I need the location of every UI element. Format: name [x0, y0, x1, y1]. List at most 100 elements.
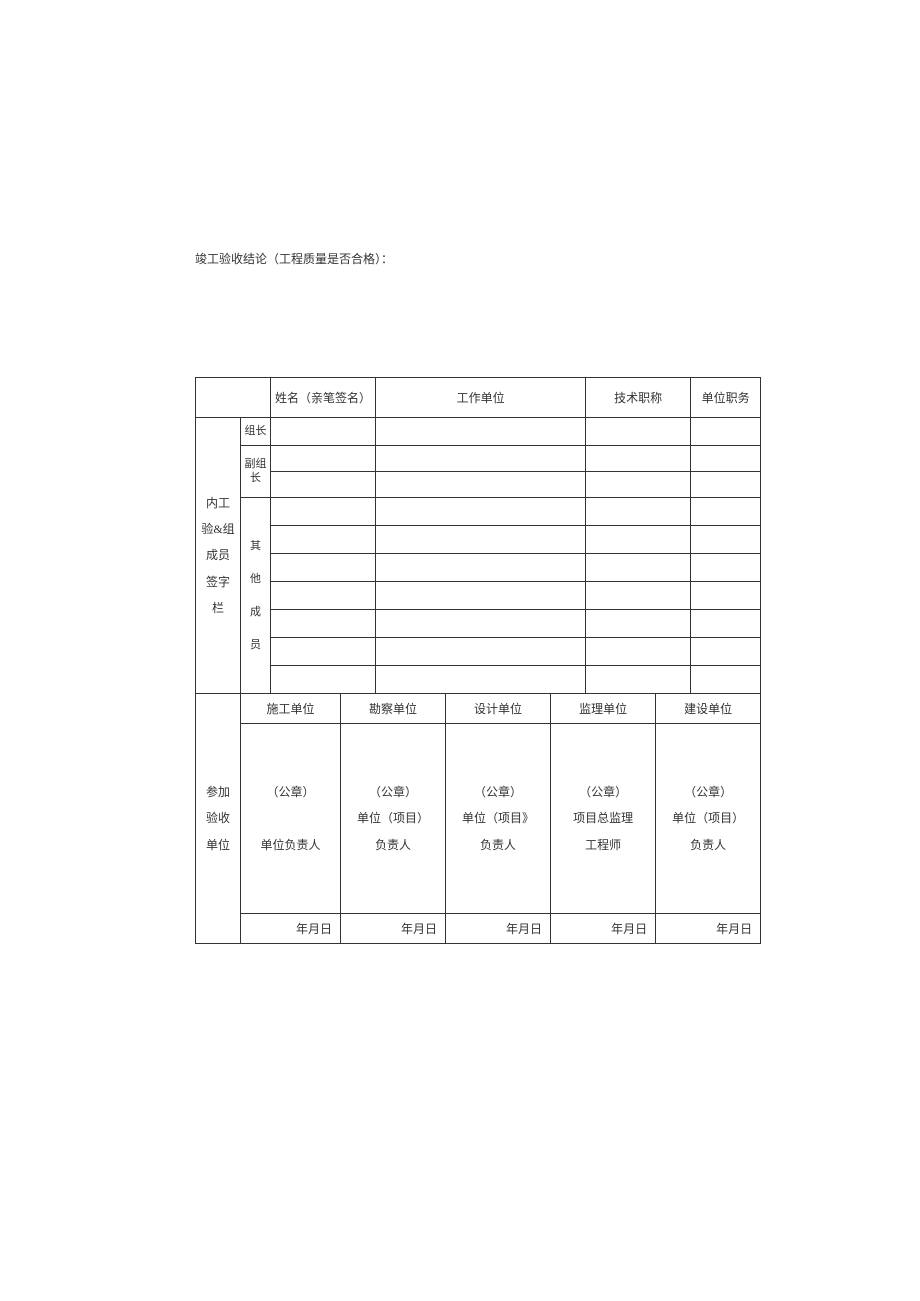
conclusion-title: 竣工验收结论（工程质量是否合格）：	[195, 250, 725, 267]
row-other-7	[196, 666, 761, 694]
person-design-2: 负责人	[480, 838, 516, 852]
cell	[271, 610, 376, 638]
seal-build: （公章） 单位（项目） 负责人	[656, 724, 761, 914]
person-supervision-2: 工程师	[585, 838, 621, 852]
cell	[271, 418, 376, 446]
row-other-5	[196, 610, 761, 638]
cell	[691, 582, 761, 610]
date-build: 年月日	[656, 914, 761, 944]
cell	[271, 526, 376, 554]
cell	[586, 472, 691, 498]
others-char: 他	[250, 573, 261, 585]
unit-design: 设计单位	[446, 694, 551, 724]
cell	[271, 638, 376, 666]
seal-design: （公章） 单位（项目》 负责人	[446, 724, 551, 914]
cell	[376, 666, 586, 694]
role-deputy: 副组长	[241, 446, 271, 498]
seal-supervision: （公章） 项目总监理 工程师	[551, 724, 656, 914]
cell	[376, 610, 586, 638]
cell	[586, 666, 691, 694]
cell	[586, 582, 691, 610]
cell	[376, 418, 586, 446]
others-char: 成	[250, 606, 261, 618]
date-survey: 年月日	[341, 914, 446, 944]
role-leader: 组长	[241, 418, 271, 446]
header-techtitle: 技术职称	[586, 378, 691, 418]
cell	[691, 418, 761, 446]
header-row: 姓名（亲笔签名） 工作单位 技术职称 单位职务	[196, 378, 761, 418]
row-other-1: 其 他 成 员	[196, 498, 761, 526]
seal-text: （公章）	[579, 785, 627, 799]
seal-construction: （公章） 单位负责人	[241, 724, 341, 914]
person-construction: 单位负责人	[260, 838, 320, 852]
person-survey-1: 单位（项目）	[357, 811, 429, 825]
cell	[376, 472, 586, 498]
members-label-text: 内工验&组成员签字栏	[201, 496, 234, 616]
row-other-6	[196, 638, 761, 666]
row-other-2	[196, 526, 761, 554]
cell	[376, 446, 586, 472]
role-others: 其 他 成 员	[241, 498, 271, 694]
person-build-2: 负责人	[690, 838, 726, 852]
cell	[691, 472, 761, 498]
cell	[691, 610, 761, 638]
cell	[376, 582, 586, 610]
date-design: 年月日	[446, 914, 551, 944]
person-supervision-1: 项目总监理	[573, 811, 633, 825]
cell	[586, 638, 691, 666]
header-workunit: 工作单位	[376, 378, 586, 418]
seal-text: （公章）	[474, 785, 522, 799]
seal-text: （公章）	[369, 785, 417, 799]
date-construction: 年月日	[241, 914, 341, 944]
cell	[271, 554, 376, 582]
cell	[376, 638, 586, 666]
unit-supervision: 监理单位	[551, 694, 656, 724]
cell	[376, 498, 586, 526]
cell	[691, 666, 761, 694]
seal-row: （公章） 单位负责人 （公章） 单位（项目） 负责人 （公章） 单位（项目》 负…	[196, 724, 761, 914]
role-deputy-text: 副组长	[245, 458, 267, 483]
seal-text: （公章）	[266, 785, 314, 799]
cell	[586, 610, 691, 638]
cell	[271, 582, 376, 610]
row-other-4	[196, 582, 761, 610]
row-deputy-2	[196, 472, 761, 498]
seal-text: （公章）	[684, 785, 732, 799]
units-header-row: 参加验收单位 施工单位 勘察单位 设计单位 监理单位 建设单位	[196, 694, 761, 724]
row-deputy-1: 副组长	[196, 446, 761, 472]
cell	[691, 554, 761, 582]
row-leader: 内工验&组成员签字栏 组长	[196, 418, 761, 446]
cell	[691, 638, 761, 666]
acceptance-form-table: 姓名（亲笔签名） 工作单位 技术职称 单位职务 内工验&组成员签字栏 组长 副组…	[195, 377, 761, 944]
cell	[586, 446, 691, 472]
date-supervision: 年月日	[551, 914, 656, 944]
cell	[691, 498, 761, 526]
unit-survey: 勘察单位	[341, 694, 446, 724]
header-position: 单位职务	[691, 378, 761, 418]
unit-construction: 施工单位	[241, 694, 341, 724]
members-label: 内工验&组成员签字栏	[196, 418, 241, 694]
cell	[271, 472, 376, 498]
others-char: 员	[250, 639, 261, 651]
header-blank	[196, 378, 271, 418]
unit-build: 建设单位	[656, 694, 761, 724]
date-row: 年月日 年月日 年月日 年月日 年月日	[196, 914, 761, 944]
cell	[271, 446, 376, 472]
cell	[376, 554, 586, 582]
units-section-label: 参加验收单位	[196, 694, 241, 944]
cell	[691, 446, 761, 472]
units-section-label-text: 参加验收单位	[206, 785, 230, 852]
person-survey-2: 负责人	[375, 838, 411, 852]
cell	[586, 526, 691, 554]
cell	[691, 526, 761, 554]
others-char: 其	[250, 540, 261, 552]
cell	[271, 666, 376, 694]
seal-survey: （公章） 单位（项目） 负责人	[341, 724, 446, 914]
cell	[586, 418, 691, 446]
person-design-1: 单位（项目》	[462, 811, 534, 825]
header-name: 姓名（亲笔签名）	[271, 378, 376, 418]
cell	[586, 554, 691, 582]
cell	[586, 498, 691, 526]
cell	[271, 498, 376, 526]
row-other-3	[196, 554, 761, 582]
